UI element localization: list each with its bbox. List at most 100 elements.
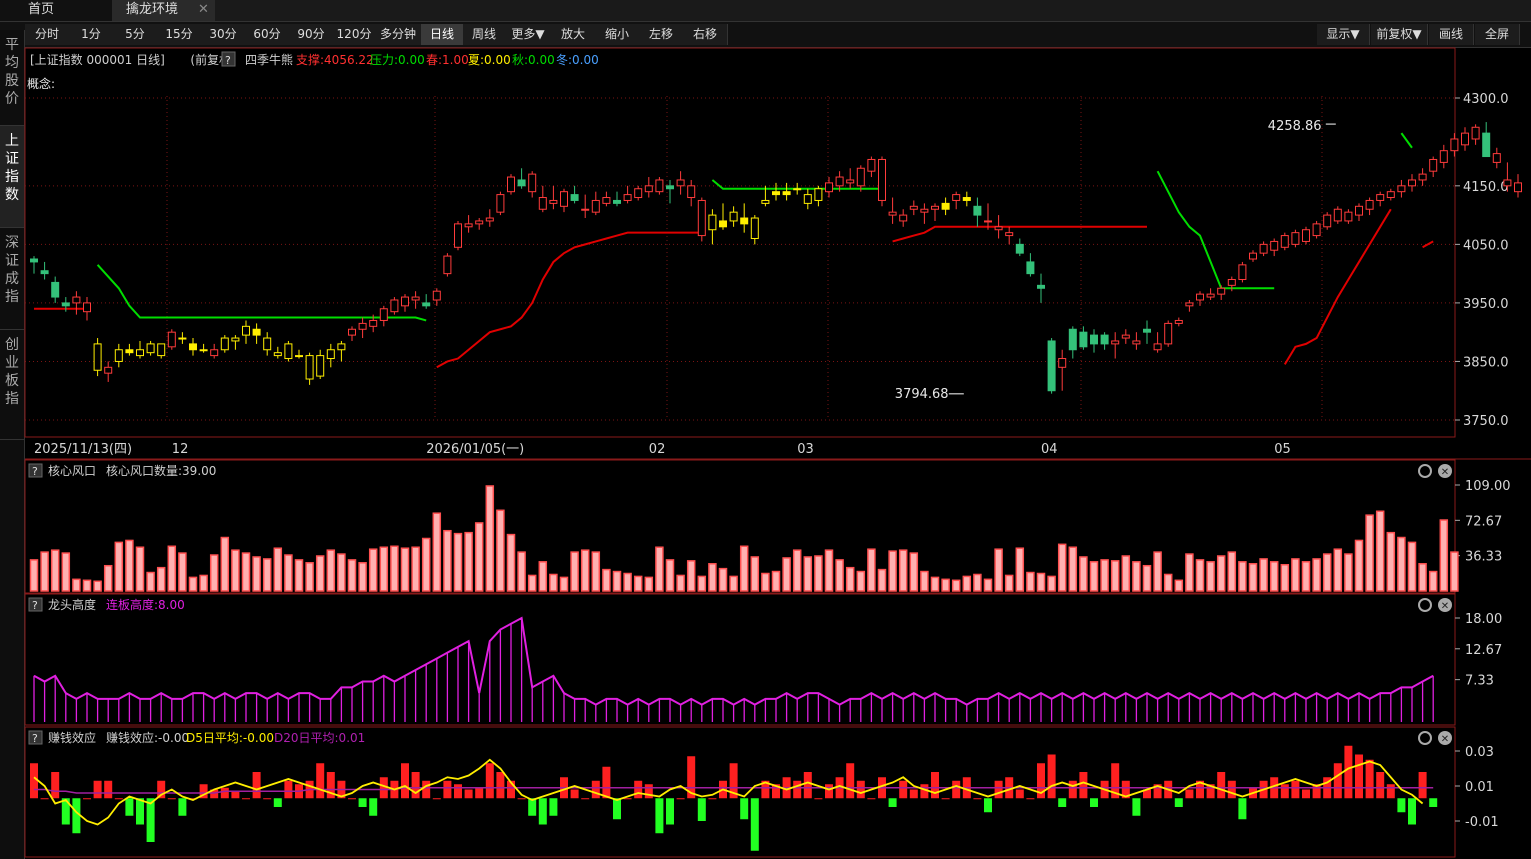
- effect-bar-27: [316, 763, 325, 799]
- candle-body-121: [1312, 223, 1321, 237]
- gear-icon: [1418, 598, 1432, 612]
- effect-bar-49: [549, 798, 558, 816]
- signal-line-8: [1422, 240, 1434, 249]
- bar-79: [867, 548, 876, 592]
- effect-bar-75: [825, 784, 833, 799]
- effect-bar-35: [401, 763, 409, 799]
- candle-body-131: [1418, 173, 1427, 181]
- bar-114: [1238, 561, 1247, 592]
- candle-body-22: [263, 337, 272, 351]
- bar-77: [845, 566, 855, 592]
- signal-line-7: [1400, 132, 1413, 149]
- effect-bar-97: [1058, 798, 1067, 807]
- y-tick-label: 12.67: [1465, 643, 1502, 658]
- spring-value: 春:1.00: [426, 53, 469, 67]
- candle-body-13: [167, 331, 176, 348]
- candle-body-20: [242, 325, 250, 336]
- candle-body-25: [295, 355, 303, 358]
- effect-bar-54: [602, 766, 611, 799]
- y-tick-label: 18.00: [1465, 612, 1502, 627]
- candle-body-106: [1153, 343, 1162, 351]
- x-date-label: 05: [1274, 442, 1291, 457]
- summer-value: 夏:0.00: [468, 53, 511, 67]
- candle-body-15: [189, 343, 197, 351]
- candle-body-11: [146, 343, 155, 354]
- effect-bar-31: [358, 798, 367, 807]
- pane-title: 赚钱效应: [48, 730, 96, 745]
- bar-81: [888, 550, 897, 592]
- bar-61: [676, 574, 685, 592]
- effect-bar-53: [591, 780, 600, 799]
- bar-88: [962, 575, 972, 592]
- candle-body-101: [1100, 334, 1109, 345]
- bar-47: [527, 574, 537, 592]
- candle-body-137: [1482, 132, 1491, 158]
- effect-bar-114: [1238, 798, 1247, 820]
- candle-body-93: [1015, 243, 1024, 254]
- candle-body-128: [1386, 191, 1395, 199]
- bar-91: [994, 548, 1003, 592]
- candle-body-23: [273, 352, 282, 357]
- effect-bar-32: [369, 798, 378, 816]
- candle-body-132: [1429, 158, 1438, 172]
- bar-19: [231, 549, 240, 592]
- annotation-low: 3794.68: [895, 387, 949, 402]
- bar-39: [443, 529, 452, 592]
- y-tick-label: 0.03: [1465, 745, 1494, 760]
- effect-bar-41: [464, 789, 473, 799]
- signal-line-2: [436, 231, 702, 369]
- bar-62: [686, 560, 696, 592]
- effect-bar-91: [994, 780, 1003, 799]
- candle-body-89: [973, 205, 982, 216]
- candle-body-6: [93, 343, 102, 371]
- close-icon-glyph: ✕: [1441, 601, 1449, 612]
- candle-body-107: [1164, 322, 1173, 345]
- bar-37: [421, 537, 431, 592]
- candle-body-30: [348, 328, 356, 336]
- bar-41: [464, 531, 473, 592]
- bar-111: [1206, 561, 1215, 592]
- candle-body-90: [984, 220, 992, 223]
- candle-body-112: [1217, 287, 1226, 295]
- bar-87: [951, 579, 961, 592]
- bar-80: [877, 568, 887, 592]
- effect-bar-46: [517, 798, 526, 800]
- candle-body-70: [772, 191, 780, 196]
- bar-73: [803, 556, 813, 592]
- candle-body-52: [581, 208, 590, 211]
- candle-body-120: [1302, 229, 1310, 242]
- candle-body-65: [719, 220, 727, 228]
- bar-52: [580, 549, 590, 592]
- annotation-high: 4258.86: [1268, 119, 1322, 134]
- effect-bar-85: [931, 772, 939, 799]
- effect-bar-23: [273, 798, 282, 807]
- candle-body-40: [454, 223, 462, 248]
- candle-body-73: [803, 194, 812, 204]
- candle-body-27: [316, 355, 325, 377]
- candle-body-7: [104, 366, 113, 374]
- help-icon-label: ?: [32, 465, 38, 478]
- candle-body-24: [284, 343, 293, 360]
- effect-bar-40: [454, 784, 462, 799]
- chart-canvas: 4300.0 4150.0 4050.0 3950.0 3850.0 3750.0 4258…: [24, 47, 1531, 858]
- candle-body-83: [909, 205, 918, 210]
- candle-body-56: [623, 194, 632, 201]
- bar-121: [1312, 558, 1321, 592]
- effect-bar-108: [1174, 798, 1183, 807]
- candle-body-9: [125, 349, 134, 354]
- x-date-label: 03: [797, 442, 814, 457]
- effect-bar-74: [814, 798, 823, 800]
- bar-82: [898, 549, 908, 592]
- bar-2: [50, 549, 60, 592]
- x-date-label: 02: [649, 442, 666, 457]
- bar-100: [1089, 561, 1099, 592]
- candle-body-39: [443, 255, 452, 275]
- indicator-name: 四季牛熊: [245, 52, 293, 67]
- candle-body-61: [676, 179, 685, 187]
- candle-body-26: [305, 355, 314, 380]
- bar-86: [941, 578, 950, 592]
- effect-bar-73: [803, 772, 812, 799]
- candle-body-46: [517, 179, 526, 187]
- y-tick-label: 0.01: [1465, 780, 1494, 795]
- bar-119: [1291, 558, 1300, 592]
